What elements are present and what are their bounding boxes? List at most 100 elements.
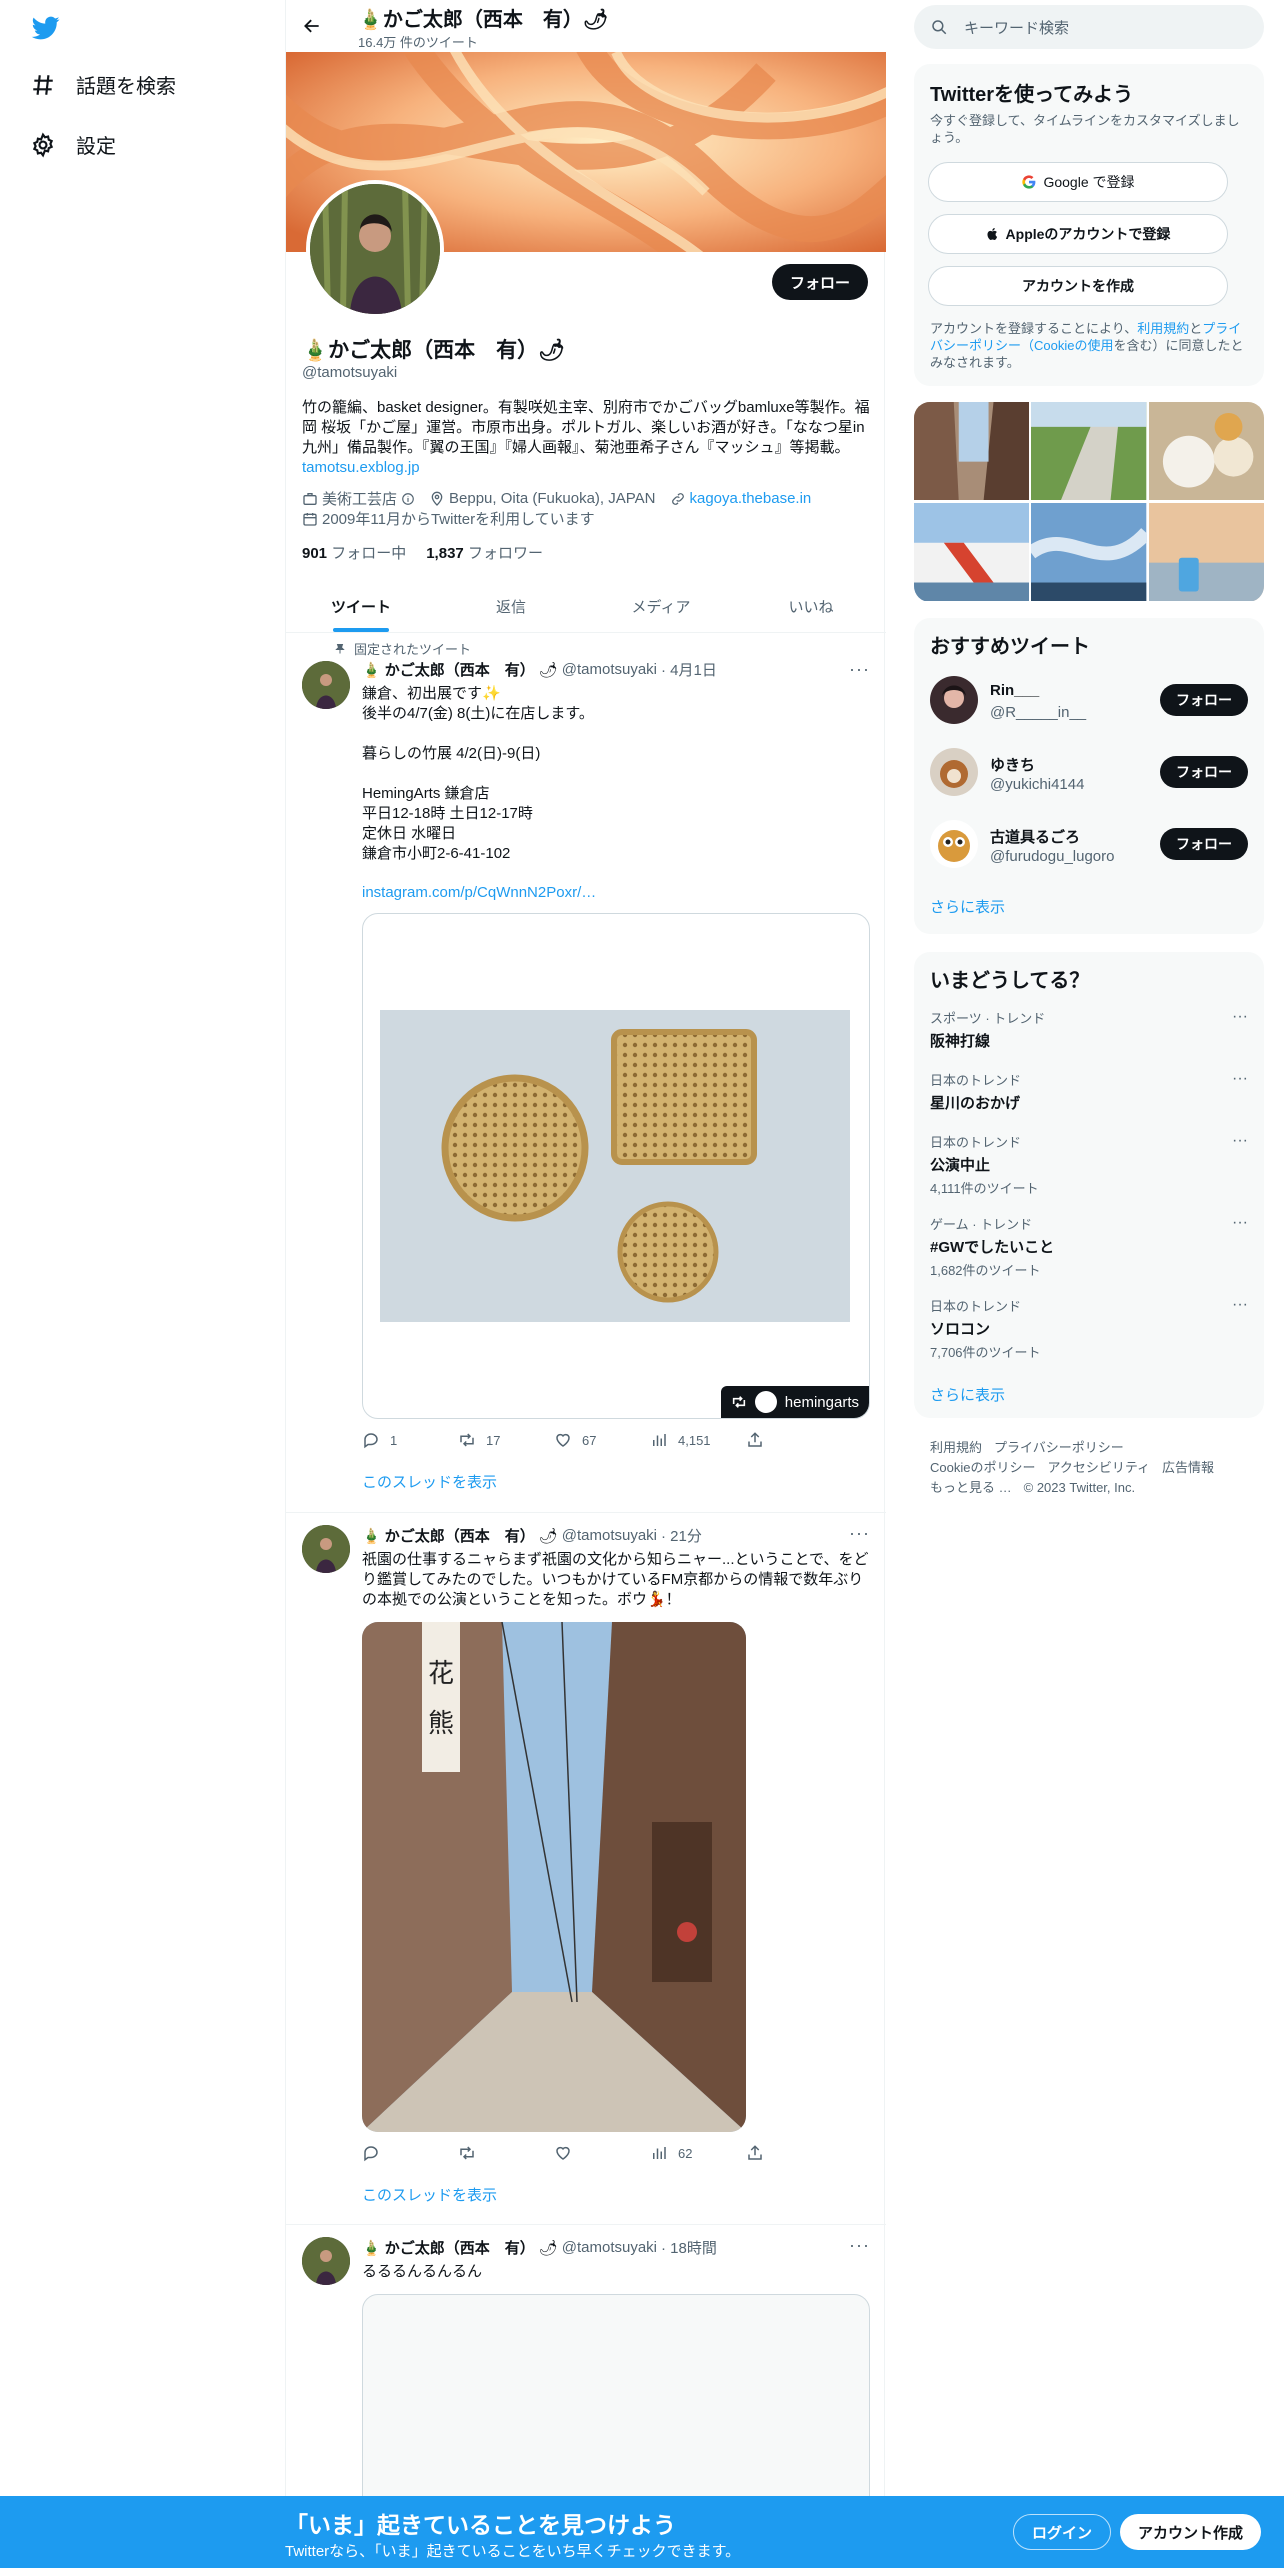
media-thumbnail[interactable] <box>1031 402 1147 501</box>
reply-button[interactable] <box>362 2144 458 2162</box>
reply-button[interactable]: 1 <box>362 1431 458 1449</box>
search-input[interactable]: キーワード検索 <box>914 5 1264 49</box>
footer-accessibility[interactable]: アクセシビリティ <box>1047 1460 1150 1475</box>
trend-item[interactable]: スポーツ · トレンド 阪神打線 ··· <box>930 1008 1248 1051</box>
like-button[interactable]: 67 <box>554 1431 650 1449</box>
tweet-time[interactable]: · 18時間 <box>661 2237 717 2258</box>
tweet-time[interactable]: · 21分 <box>661 1525 702 1546</box>
footer-more[interactable]: もっと見る … <box>930 1480 1012 1495</box>
more-icon[interactable]: ··· <box>1232 1214 1248 1232</box>
tweet-text: 祇園の仕事するニャらまず祇園の文化から知らニャー...ということで、をどり鑑賞し… <box>362 1551 869 1608</box>
tweet-link[interactable]: instagram.com/p/CqWnnN2Poxr/… <box>362 884 596 901</box>
media-thumbnail[interactable] <box>1148 402 1264 501</box>
info-icon[interactable] <box>401 492 415 506</box>
tweet-handle[interactable]: @tamotsuyaki <box>562 661 657 678</box>
footer-privacy[interactable]: プライバシーポリシー <box>994 1440 1124 1455</box>
main-column: 🎍かご太郎（西本 有）🌶 16.4万 件のツイート フォロー 🎍かご太郎（西本 … <box>285 0 886 2568</box>
tweet[interactable]: ··· 🎍 かご太郎（西本 有） 🌶 @tamotsuyaki · 18時間 るるる… <box>286 2225 886 2534</box>
more-icon[interactable]: ··· <box>1232 1132 1248 1150</box>
trend-item[interactable]: 日本のトレンド 星川のおかげ ··· <box>930 1070 1248 1113</box>
follow-button[interactable]: フォロー <box>771 264 868 300</box>
followers-count[interactable]: 1,837 フォロワー <box>426 542 543 563</box>
recommended-user[interactable]: Rin___ @R_____in__ フォロー <box>930 676 1248 726</box>
profile-avatar[interactable] <box>306 180 444 318</box>
tweet-photo[interactable]: 花 熊 <box>362 1622 746 2132</box>
website-link[interactable]: kagoya.thebase.in <box>690 490 812 507</box>
twitter-logo-icon[interactable] <box>30 14 62 42</box>
avatar[interactable] <box>930 820 978 868</box>
tweet-handle[interactable]: @tamotsuyaki <box>562 1527 657 1544</box>
tab-media[interactable]: メディア <box>586 580 736 632</box>
google-signup-button[interactable]: Google で登録 <box>928 162 1228 202</box>
tab-replies[interactable]: 返信 <box>436 580 586 632</box>
tweet-handle[interactable]: @tamotsuyaki <box>562 2239 657 2256</box>
avatar[interactable] <box>302 661 350 709</box>
show-thread-link[interactable]: このスレッドを表示 <box>362 2184 870 2205</box>
tweet[interactable]: 固定されたツイート ··· 🎍 かご太郎（西本 有） 🌶 @tamotsuyaki … <box>286 633 886 1513</box>
avatar-image <box>930 748 978 796</box>
retweet-icon <box>460 2146 474 2160</box>
follow-button[interactable]: フォロー <box>1160 684 1248 716</box>
more-icon[interactable]: ··· <box>1232 1070 1248 1088</box>
bamboo-emoji-icon: 🎍 <box>362 2239 381 2257</box>
media-thumbnail[interactable] <box>1031 503 1147 602</box>
back-button[interactable] <box>296 10 328 42</box>
bamboo-emoji-icon: 🎍 <box>358 9 383 31</box>
create-account-button[interactable]: アカウントを作成 <box>928 266 1228 306</box>
nav-explore[interactable]: 話題を検索 <box>30 70 176 99</box>
apple-signup-button[interactable]: Appleのアカウントで登録 <box>928 214 1228 254</box>
more-icon[interactable]: ··· <box>1232 1296 1248 1314</box>
retweet-button[interactable]: 17 <box>458 1431 554 1449</box>
signup-button[interactable]: アカウント作成 <box>1120 2514 1262 2550</box>
footer-ads[interactable]: 広告情報 <box>1162 1460 1214 1475</box>
media-thumbnail[interactable] <box>1148 503 1264 602</box>
like-button[interactable] <box>554 2144 650 2162</box>
profile-tabs: ツイート 返信 メディア いいね <box>286 580 886 633</box>
chart-bars-icon <box>653 1434 666 1446</box>
profile-website: kagoya.thebase.in <box>670 490 812 507</box>
tab-likes[interactable]: いいね <box>736 580 886 632</box>
follow-button[interactable]: フォロー <box>1160 828 1248 860</box>
trend-item[interactable]: ゲーム · トレンド #GWでしたいこと 1,682件のツイート ··· <box>930 1214 1248 1279</box>
tab-tweets[interactable]: ツイート <box>286 580 436 632</box>
footer-cookie[interactable]: Cookieのポリシー <box>930 1460 1035 1475</box>
trends-more-link[interactable]: さらに表示 <box>930 1384 1005 1405</box>
recommended-user[interactable]: ゆきち @yukichi4144 フォロー <box>930 748 1248 798</box>
trend-item[interactable]: 日本のトレンド ソロコン 7,706件のツイート ··· <box>930 1296 1248 1361</box>
avatar[interactable] <box>302 2237 350 2285</box>
terms-link[interactable]: 利用規約 <box>1137 321 1189 336</box>
tweet-actions: 62 <box>362 2144 870 2162</box>
retweet-button[interactable] <box>458 2144 554 2162</box>
show-thread-link[interactable]: このスレッドを表示 <box>362 1471 870 1492</box>
follow-button[interactable]: フォロー <box>1160 756 1248 788</box>
gear-icon <box>32 132 54 157</box>
nav-settings[interactable]: 設定 <box>30 130 116 159</box>
profile-joined: 2009年11月からTwitterを利用しています <box>302 508 595 529</box>
tweet-time[interactable]: · 4月1日 <box>661 659 717 680</box>
share-button[interactable] <box>746 2144 842 2162</box>
tweet[interactable]: ··· 🎍 かご太郎（西本 有） 🌶 @tamotsuyaki · 21分 祇園の仕… <box>286 1513 886 2225</box>
share-button[interactable] <box>746 1431 842 1449</box>
link-card[interactable]: hemingarts <box>362 913 870 1419</box>
views-button[interactable]: 62 <box>650 2144 746 2162</box>
bottom-bar-title: 「いま」起きていることを見つけよう <box>285 2512 676 2538</box>
footer-terms[interactable]: 利用規約 <box>930 1440 982 1455</box>
recommended-more-link[interactable]: さらに表示 <box>930 896 1005 917</box>
avatar[interactable] <box>930 748 978 796</box>
media-thumbnail[interactable] <box>914 503 1030 602</box>
trend-item[interactable]: 日本のトレンド 公演中止 4,111件のツイート ··· <box>930 1132 1248 1197</box>
tweet-author[interactable]: かご太郎（西本 有） <box>385 659 535 680</box>
following-count[interactable]: 901 フォロー中 <box>302 542 406 563</box>
bio-link[interactable]: tamotsu.exblog.jp <box>302 459 420 476</box>
recommended-user[interactable]: 古道具るごろ @furudogu_lugoro フォロー <box>930 820 1248 870</box>
avatar[interactable] <box>302 1525 350 1573</box>
views-button[interactable]: 4,151 <box>650 1431 746 1449</box>
avatar[interactable] <box>930 676 978 724</box>
chart-bars-icon <box>653 2147 666 2159</box>
login-button[interactable]: ログイン <box>1013 2514 1112 2550</box>
more-icon[interactable]: ··· <box>1232 1008 1248 1026</box>
pepper-emoji-icon: 🌶 <box>538 339 565 362</box>
media-thumbnail[interactable] <box>914 402 1030 501</box>
tweet-author[interactable]: かご太郎（西本 有） <box>385 2237 535 2258</box>
tweet-author[interactable]: かご太郎（西本 有） <box>385 1525 535 1546</box>
